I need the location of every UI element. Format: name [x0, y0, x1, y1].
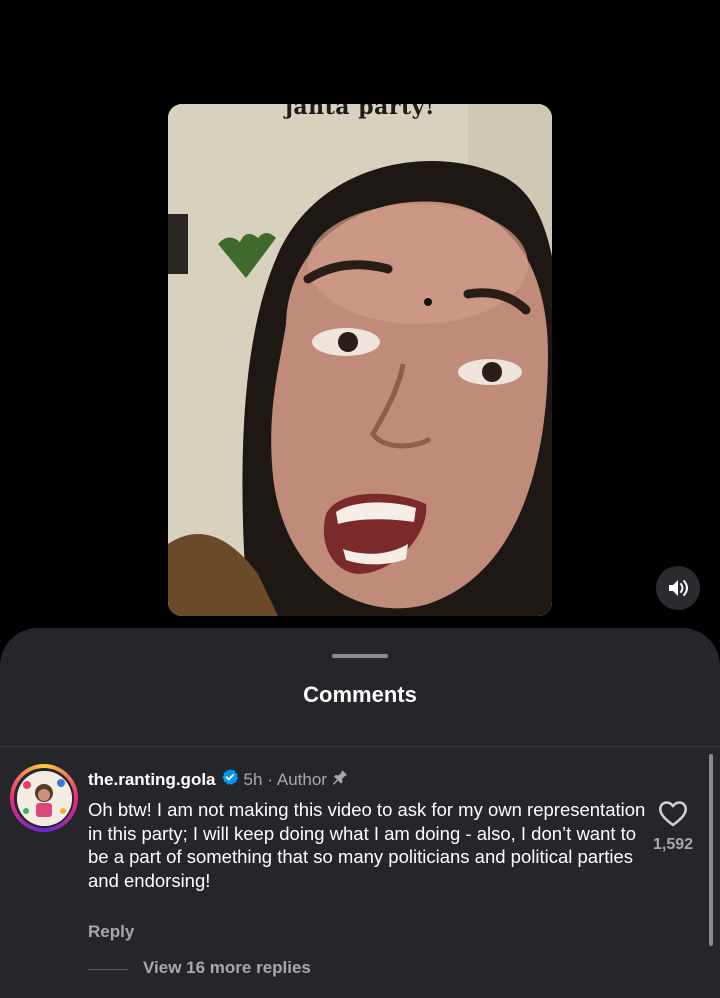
scrollbar[interactable] [709, 754, 713, 946]
view-more-replies-button[interactable]: View 16 more replies [143, 958, 311, 978]
comment-meta: the.ranting.gola 5h · Author [88, 768, 349, 791]
comment-username[interactable]: the.ranting.gola [88, 770, 216, 790]
comment-text: Oh btw! I am not making this video to as… [88, 799, 646, 891]
video-caption: janta party! [284, 104, 436, 120]
comments-sheet: Comments the.ranting.gola 5h · Author Oh… [0, 628, 720, 998]
reply-button[interactable]: Reply [88, 922, 134, 942]
divider [0, 746, 720, 747]
pin-icon [331, 768, 349, 791]
like-button[interactable] [656, 796, 690, 830]
speaker-icon [669, 580, 688, 596]
comment-time: 5h [243, 769, 263, 789]
sound-toggle-button[interactable] [656, 566, 700, 610]
heart-icon [658, 801, 688, 827]
avatar-image [16, 770, 72, 826]
sheet-title: Comments [303, 682, 417, 707]
avatar[interactable] [10, 764, 78, 832]
like-count: 1,592 [652, 836, 694, 853]
author-badge: · Author [267, 769, 327, 789]
verified-badge-icon [221, 768, 239, 791]
video-player[interactable]: janta party! [168, 104, 552, 616]
drag-handle[interactable] [332, 654, 388, 658]
video-frame [168, 104, 552, 616]
replies-divider [88, 969, 128, 970]
